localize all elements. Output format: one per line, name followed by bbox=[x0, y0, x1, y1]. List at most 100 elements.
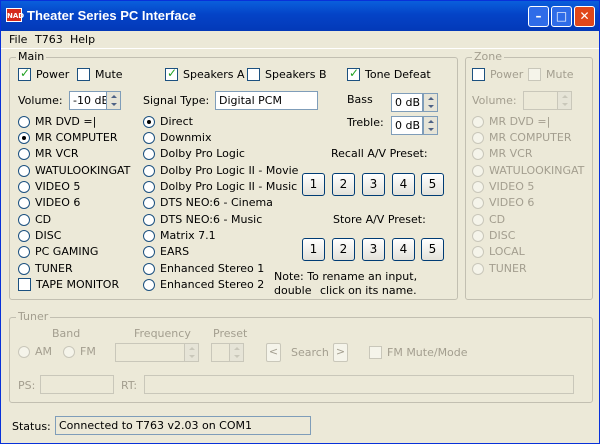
power-checkbox[interactable]: Power bbox=[18, 66, 69, 81]
mode-radio[interactable]: Enhanced Stereo 1 bbox=[143, 262, 264, 275]
mode-radio[interactable]: Dolby Pro Logic II - Music bbox=[143, 180, 297, 193]
mode-radio[interactable]: Enhanced Stereo 2 bbox=[143, 278, 264, 291]
input-label[interactable]: PC GAMING bbox=[35, 245, 98, 258]
input-label[interactable]: MR DVD =| bbox=[35, 115, 96, 128]
zone-input-label: MR DVD =| bbox=[489, 115, 551, 128]
mode-radio-button[interactable] bbox=[143, 147, 155, 160]
mode-radio-button[interactable] bbox=[143, 164, 155, 177]
input-radio[interactable]: CD bbox=[18, 213, 51, 226]
bass-spinner[interactable] bbox=[423, 93, 438, 112]
tone-defeat-checkbox[interactable]: Tone Defeat bbox=[347, 66, 431, 81]
input-radio[interactable]: VIDEO 6 bbox=[18, 196, 80, 209]
mode-radio-button[interactable] bbox=[143, 278, 155, 291]
menu-file[interactable]: File bbox=[9, 33, 27, 46]
input-label[interactable]: MR VCR bbox=[35, 147, 78, 160]
input-radio-button[interactable] bbox=[18, 229, 30, 242]
input-label[interactable]: VIDEO 6 bbox=[35, 196, 80, 209]
mode-radio[interactable]: Direct bbox=[143, 115, 193, 128]
speakers-b-checkbox[interactable]: Speakers B bbox=[247, 68, 327, 81]
input-radio-button[interactable] bbox=[18, 180, 30, 193]
mode-radio-button[interactable] bbox=[143, 245, 155, 258]
zone-power-check-box[interactable] bbox=[472, 68, 485, 81]
tape-monitor-checkbox[interactable]: TAPE MONITOR bbox=[18, 278, 119, 291]
menu-t763[interactable]: T763 bbox=[35, 33, 63, 46]
input-label[interactable]: VIDEO 5 bbox=[35, 180, 80, 193]
input-radio[interactable]: MR VCR bbox=[18, 147, 78, 160]
input-radio-button[interactable] bbox=[18, 213, 30, 226]
input-radio-button[interactable] bbox=[18, 147, 30, 160]
recall-preset-4-button[interactable]: 4 bbox=[392, 173, 415, 196]
input-label[interactable]: TUNER bbox=[35, 262, 73, 275]
volume-field[interactable]: -10 dB bbox=[69, 91, 107, 110]
input-radio-button[interactable] bbox=[18, 131, 30, 144]
store-preset-4-button[interactable]: 4 bbox=[392, 238, 415, 261]
input-radio[interactable]: PC GAMING bbox=[18, 245, 98, 258]
rename-note-line2: click on its name. bbox=[320, 284, 417, 297]
input-radio[interactable]: MR COMPUTER bbox=[18, 131, 117, 144]
treble-spinner[interactable] bbox=[423, 116, 438, 135]
input-radio[interactable]: VIDEO 5 bbox=[18, 180, 80, 193]
maximize-button[interactable]: □ bbox=[551, 6, 572, 27]
input-radio-button[interactable] bbox=[18, 196, 30, 209]
mode-radio-button[interactable] bbox=[143, 262, 155, 275]
zone-mute-check-box bbox=[528, 68, 541, 81]
input-radio[interactable]: MR DVD =| bbox=[18, 115, 96, 128]
close-button[interactable]: ✕ bbox=[574, 6, 595, 27]
input-radio-button[interactable] bbox=[18, 245, 30, 258]
bass-field[interactable]: 0 dB bbox=[391, 93, 423, 112]
input-label[interactable]: MR COMPUTER bbox=[35, 131, 117, 144]
mode-radio-button[interactable] bbox=[143, 115, 155, 128]
zone-input-radio: DISC bbox=[472, 229, 515, 242]
store-preset-5-button[interactable]: 5 bbox=[421, 238, 444, 261]
recall-preset-3-button[interactable]: 3 bbox=[362, 173, 385, 196]
speakers-a-checkbox[interactable]: Speakers A bbox=[165, 66, 245, 81]
input-radio[interactable]: DISC bbox=[18, 229, 61, 242]
mute-checkbox[interactable]: Mute bbox=[77, 68, 123, 81]
mode-radio-button[interactable] bbox=[143, 180, 155, 193]
mode-radio[interactable]: DTS NEO:6 - Music bbox=[143, 213, 262, 226]
treble-field[interactable]: 0 dB bbox=[391, 116, 423, 135]
zone-input-radio-button bbox=[472, 115, 484, 128]
tape-monitor-check-box[interactable] bbox=[18, 278, 31, 291]
input-radio-button[interactable] bbox=[18, 115, 30, 128]
recall-preset-1-button[interactable]: 1 bbox=[302, 173, 325, 196]
input-radio-button[interactable] bbox=[18, 164, 30, 177]
mode-radio-button[interactable] bbox=[143, 196, 155, 209]
fm-radio: FM bbox=[63, 345, 96, 358]
power-check-box[interactable] bbox=[18, 66, 31, 81]
store-preset-1-button[interactable]: 1 bbox=[302, 238, 325, 261]
mode-radio-button[interactable] bbox=[143, 131, 155, 144]
tone-defeat-check-box[interactable] bbox=[347, 66, 360, 81]
mode-radio[interactable]: Dolby Pro Logic bbox=[143, 147, 245, 160]
minimize-button[interactable]: – bbox=[528, 6, 549, 27]
input-radio[interactable]: TUNER bbox=[18, 262, 73, 275]
zone-input-radio: MR VCR bbox=[472, 147, 532, 160]
recall-preset-5-button[interactable]: 5 bbox=[421, 173, 444, 196]
input-radio-button[interactable] bbox=[18, 262, 30, 275]
title-bar[interactable]: NAD Theater Series PC Interface – □ ✕ bbox=[1, 1, 599, 31]
volume-spinner[interactable] bbox=[106, 91, 121, 110]
zone-input-radio-button bbox=[472, 147, 484, 160]
zone-volume-field bbox=[523, 91, 558, 110]
recall-preset-2-button[interactable]: 2 bbox=[332, 173, 355, 196]
input-label[interactable]: CD bbox=[35, 213, 51, 226]
mode-radio-button[interactable] bbox=[143, 213, 155, 226]
speakers-b-check-box[interactable] bbox=[247, 68, 260, 81]
mode-radio[interactable]: DTS NEO:6 - Cinema bbox=[143, 196, 273, 209]
mode-radio[interactable]: EARS bbox=[143, 245, 189, 258]
mode-radio[interactable]: Dolby Pro Logic II - Movie bbox=[143, 164, 298, 177]
input-label[interactable]: DISC bbox=[35, 229, 61, 242]
mode-label: Dolby Pro Logic II - Movie bbox=[160, 164, 299, 177]
store-preset-3-button[interactable]: 3 bbox=[362, 238, 385, 261]
input-radio[interactable]: WATULOOKINGAT bbox=[18, 164, 130, 177]
frequency-label: Frequency bbox=[134, 327, 191, 340]
menu-help[interactable]: Help bbox=[70, 33, 95, 46]
mode-radio-button[interactable] bbox=[143, 229, 155, 242]
input-label[interactable]: WATULOOKINGAT bbox=[35, 164, 130, 177]
mode-radio[interactable]: Downmix bbox=[143, 131, 211, 144]
zone-input-radio-button bbox=[472, 196, 484, 209]
store-preset-2-button[interactable]: 2 bbox=[332, 238, 355, 261]
mute-check-box[interactable] bbox=[77, 68, 90, 81]
mode-radio[interactable]: Matrix 7.1 bbox=[143, 229, 216, 242]
speakers-a-check-box[interactable] bbox=[165, 66, 178, 81]
